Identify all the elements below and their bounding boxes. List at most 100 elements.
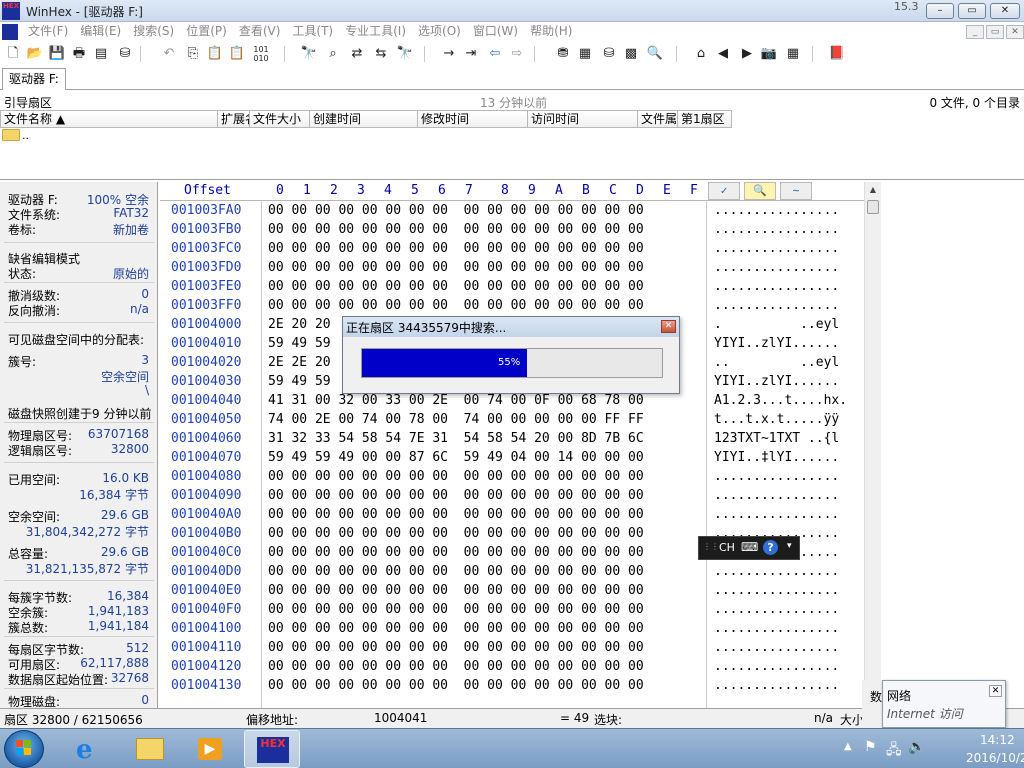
find-text-icon[interactable]: 🔭 — [300, 45, 318, 63]
hex-bytes[interactable]: 00 00 00 00 00 00 00 00 00 00 00 00 00 0… — [268, 507, 644, 522]
hex-row[interactable]: 001004110 00 00 00 00 00 00 00 00 00 00 0… — [160, 639, 864, 658]
notification-close-icon[interactable]: ✕ — [989, 685, 1002, 697]
hex-ascii[interactable]: ................ — [714, 222, 839, 237]
find-hex-icon[interactable]: ⌕ — [324, 45, 342, 63]
calculator-icon[interactable]: ▩ — [622, 45, 640, 63]
hex-bytes[interactable]: 00 00 00 00 00 00 00 00 00 00 00 00 00 0… — [268, 203, 644, 218]
menu-item[interactable]: 窗口(W) — [467, 22, 524, 40]
grip-icon[interactable]: ⋮⋮ — [703, 542, 719, 551]
menu-item[interactable]: 查看(V) — [233, 22, 287, 40]
hex-ascii[interactable]: ................ — [714, 602, 839, 617]
hex-row[interactable]: 001004100 00 00 00 00 00 00 00 00 00 00 0… — [160, 620, 864, 639]
menu-item[interactable]: 编辑(E) — [74, 22, 127, 40]
hex-ascii[interactable]: ................ — [714, 203, 839, 218]
start-button[interactable] — [4, 730, 44, 768]
hex-row[interactable]: 0010040E0 00 00 00 00 00 00 00 00 00 00 0… — [160, 582, 864, 601]
hex-ascii[interactable]: ................ — [714, 640, 839, 655]
ime-lang[interactable]: CH — [719, 541, 735, 554]
hex-row[interactable]: 0010040F0 00 00 00 00 00 00 00 00 00 00 0… — [160, 601, 864, 620]
grid-icon[interactable]: ▦ — [784, 45, 802, 63]
paste-icon[interactable]: 📋 — [206, 45, 224, 63]
hex-row[interactable]: 001004060 31 32 33 54 58 54 7E 31 54 58 5… — [160, 430, 864, 449]
mdi-minimize-button[interactable]: _ — [966, 25, 984, 39]
hex-ascii[interactable]: A1.2.3...t....hx. — [714, 393, 847, 408]
menu-item[interactable]: 搜索(S) — [127, 22, 180, 40]
goto-offset-icon[interactable]: → — [440, 45, 458, 63]
hex-row[interactable]: 001003FD0 00 00 00 00 00 00 00 00 00 00 0… — [160, 259, 864, 278]
hex-ascii[interactable]: ................ — [714, 260, 839, 275]
check-icon[interactable]: ✓ — [708, 182, 740, 200]
hex-bytes[interactable]: 00 00 00 00 00 00 00 00 00 00 00 00 00 0… — [268, 298, 644, 313]
replace-hex-icon[interactable]: ⇆ — [372, 45, 390, 63]
vertical-scrollbar[interactable]: ▲ — [864, 182, 881, 708]
close-button[interactable]: ✕ — [990, 3, 1020, 19]
column-size[interactable]: 文件大小 — [250, 110, 310, 128]
hex-ascii[interactable]: ................ — [714, 241, 839, 256]
network-notification[interactable]: 网络 Internet 访问 ✕ — [882, 680, 1006, 728]
hex-bytes[interactable]: 00 00 00 00 00 00 00 00 00 00 00 00 00 0… — [268, 659, 644, 674]
hex-ascii[interactable]: ................ — [714, 564, 839, 579]
menu-item[interactable]: 工具(T) — [286, 22, 339, 40]
hex-bytes[interactable]: 00 00 00 00 00 00 00 00 00 00 00 00 00 0… — [268, 640, 644, 655]
hex-ascii[interactable]: YIYI..zlYI...... — [714, 374, 839, 389]
hex-row[interactable]: 0010040A0 00 00 00 00 00 00 00 00 00 00 0… — [160, 506, 864, 525]
hex-row[interactable]: 001003FE0 00 00 00 00 00 00 00 00 00 00 0… — [160, 278, 864, 297]
menu-item[interactable]: 文件(F) — [22, 22, 74, 40]
paste-write-icon[interactable]: 📋 — [228, 45, 246, 63]
hex-bytes[interactable]: 74 00 2E 00 74 00 78 00 74 00 00 00 00 0… — [268, 412, 644, 427]
hex-bytes[interactable]: 59 49 59 49 00 00 87 6C 59 49 04 00 14 0… — [268, 450, 644, 465]
media-player-button[interactable]: ▶ — [182, 730, 238, 768]
hex-bytes[interactable]: 00 00 00 00 00 00 00 00 00 00 00 00 00 0… — [268, 583, 644, 598]
hex-row[interactable]: 001004130 00 00 00 00 00 00 00 00 00 00 0… — [160, 677, 864, 696]
hex-ascii[interactable]: ................ — [714, 621, 839, 636]
ram-icon[interactable]: ▦ — [576, 45, 594, 63]
clock-time[interactable]: 14:12 — [980, 733, 1015, 747]
hex-bytes[interactable]: 00 00 00 00 00 00 00 00 00 00 00 00 00 0… — [268, 222, 644, 237]
hex-bytes[interactable]: 00 00 00 00 00 00 00 00 00 00 00 00 00 0… — [268, 469, 644, 484]
hex-bytes[interactable]: 00 00 00 00 00 00 00 00 00 00 00 00 00 0… — [268, 241, 644, 256]
camera-icon[interactable]: 📷 — [760, 45, 778, 63]
forward-icon[interactable]: ⇨ — [508, 45, 526, 63]
volume-icon[interactable]: 🔈 — [908, 739, 925, 755]
new-file-icon[interactable]: 🗋 — [4, 45, 22, 63]
hex-row[interactable]: 001003FB0 00 00 00 00 00 00 00 00 00 00 0… — [160, 221, 864, 240]
hex-bytes[interactable]: 00 00 00 00 00 00 00 00 00 00 00 00 00 0… — [268, 526, 644, 541]
column-name[interactable]: 文件名称 ▲ — [0, 110, 218, 128]
mdi-close-button[interactable]: ✕ — [1006, 25, 1024, 39]
hex-bytes[interactable]: 00 00 00 00 00 00 00 00 00 00 00 00 00 0… — [268, 564, 644, 579]
open-disk-icon[interactable]: ⛁ — [116, 45, 134, 63]
minimize-button[interactable]: – — [926, 3, 954, 19]
column-extension[interactable]: 扩展名 — [218, 110, 250, 128]
hex-row[interactable]: 0010040D0 00 00 00 00 00 00 00 00 00 00 0… — [160, 563, 864, 582]
column-created[interactable]: 创建时间 — [310, 110, 418, 128]
hex-ascii[interactable]: . ..eyl — [714, 317, 839, 332]
properties-icon[interactable]: ▤ — [92, 45, 110, 63]
copy-icon[interactable]: ⎘ — [184, 45, 202, 63]
menu-item[interactable]: 帮助(H) — [524, 22, 578, 40]
column-first-sector[interactable]: 第1扇区 — [678, 110, 732, 128]
tab-drive-f[interactable]: 驱动器 F: — [2, 68, 66, 90]
dialog-close-button[interactable]: ✕ — [661, 320, 676, 333]
open-file-icon[interactable]: 📂 — [26, 45, 44, 63]
hex-ascii[interactable]: ................ — [714, 507, 839, 522]
disk-edit-icon[interactable]: ⛁ — [600, 45, 618, 63]
hex-ascii[interactable]: ................ — [714, 583, 839, 598]
hex-ascii[interactable]: ................ — [714, 659, 839, 674]
magnify-icon[interactable]: 🔍 — [744, 182, 776, 200]
flag-icon[interactable]: ⚑ — [864, 739, 877, 755]
keyboard-icon[interactable]: ⌨ — [741, 540, 758, 554]
hex-row[interactable]: 001004080 00 00 00 00 00 00 00 00 00 00 0… — [160, 468, 864, 487]
hex-bytes[interactable]: 00 00 00 00 00 00 00 00 00 00 00 00 00 0… — [268, 260, 644, 275]
hex-ascii[interactable]: YIYI..‡lYI...... — [714, 450, 839, 465]
find-again-icon[interactable]: 🔭 — [396, 45, 414, 63]
explorer-button[interactable] — [122, 730, 178, 768]
column-modified[interactable]: 修改时间 — [418, 110, 528, 128]
search-icon[interactable]: 🔍 — [646, 45, 664, 63]
hex-ascii[interactable]: 123TXT~1TXT ..{l — [714, 431, 839, 446]
disk-tools-icon[interactable]: ⛃ — [554, 45, 572, 63]
scroll-up-icon[interactable]: ▲ — [865, 182, 881, 198]
hex-ascii[interactable]: ................ — [714, 678, 839, 693]
hex-row[interactable]: 001004050 74 00 2E 00 74 00 78 00 74 00 0… — [160, 411, 864, 430]
binary-icon[interactable]: 101 010 — [252, 45, 270, 63]
column-attributes[interactable]: 文件属性 — [638, 110, 678, 128]
